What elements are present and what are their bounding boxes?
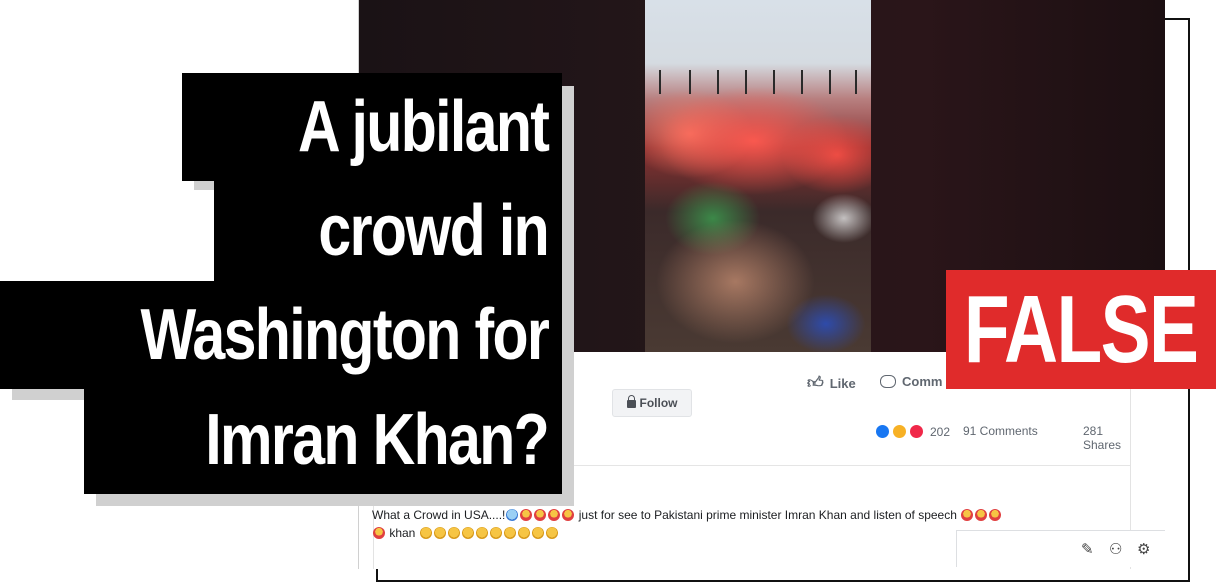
false-verdict-badge: FALSE: [946, 270, 1216, 389]
smile-emoji-icon: [419, 527, 432, 539]
heart-eyes-emoji-icon: [975, 509, 988, 521]
heart-eyes-emoji-icon: [373, 527, 385, 539]
post-text-part3: khan: [386, 526, 419, 540]
smile-emoji-icon: [433, 527, 446, 539]
post-toolbar: ✎ ⚇ ⚙: [956, 530, 1165, 567]
heart-eyes-emoji-icon: [520, 509, 533, 521]
reactions-summary[interactable]: 202: [875, 424, 950, 439]
people-icon[interactable]: ⚇: [1109, 540, 1122, 558]
heart-eyes-emoji-icon: [989, 509, 1002, 521]
smile-emoji-icon: [475, 527, 488, 539]
headline-text-4: Imran Khan?: [205, 400, 549, 480]
scream-emoji-icon: [506, 509, 519, 521]
follow-button[interactable]: Follow: [612, 389, 692, 417]
smile-emoji-icon: [461, 527, 474, 539]
smile-emoji-icon: [489, 527, 502, 539]
like-reaction-icon: [875, 424, 890, 439]
edit-icon[interactable]: ✎: [1081, 540, 1094, 558]
like-button[interactable]: 👍︎ Like: [807, 374, 856, 393]
comment-button[interactable]: Comm: [880, 374, 942, 389]
smile-emoji-icon: [447, 527, 460, 539]
heart-eyes-emoji-icon: [961, 509, 974, 521]
like-label: Like: [829, 376, 856, 391]
post-text-part1: What a Crowd in USA....!: [372, 508, 506, 522]
heart-eyes-emoji-icon: [562, 509, 575, 521]
comments-count-link[interactable]: 91 Comments: [963, 424, 1038, 438]
gear-icon[interactable]: ⚙: [1137, 540, 1150, 558]
headline-text-1: A jubilant: [297, 87, 550, 167]
thumbs-up-icon: 👍︎: [807, 375, 824, 392]
haha-reaction-icon: [892, 424, 907, 439]
reaction-count: 202: [930, 424, 951, 439]
smile-emoji-icon: [545, 527, 558, 539]
comment-bubble-icon: [880, 375, 896, 388]
headline-text-2: crowd in: [318, 191, 549, 271]
headline-text-3: Washington for: [140, 295, 549, 375]
heart-eyes-emoji-icon: [534, 509, 547, 521]
verdict-label: FALSE: [964, 275, 1199, 383]
love-reaction-icon: [909, 424, 924, 439]
stadium-lights: [645, 70, 871, 100]
smile-emoji-icon: [531, 527, 544, 539]
shares-count-link[interactable]: 281 Shares: [1083, 424, 1130, 452]
crowd-video-frame: [645, 0, 871, 352]
post-text-part2: just for see to Pakistani prime minister…: [575, 508, 961, 522]
lock-icon: [626, 395, 636, 408]
smile-emoji-icon: [517, 527, 530, 539]
heart-eyes-emoji-icon: [548, 509, 561, 521]
follow-label: Follow: [639, 396, 678, 410]
comment-label: Comm: [902, 374, 943, 389]
smile-emoji-icon: [503, 527, 516, 539]
